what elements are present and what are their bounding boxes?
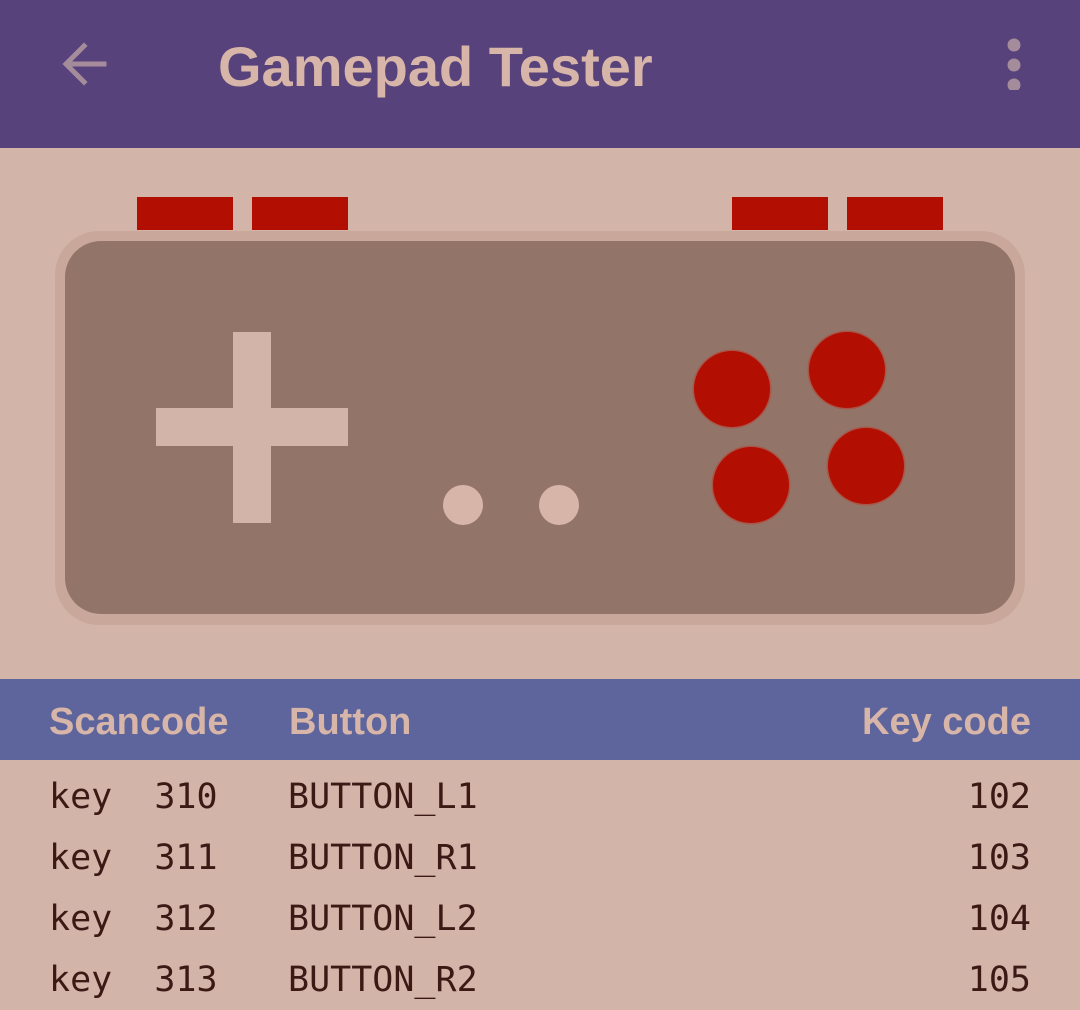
app-bar: Gamepad Tester [0,0,1080,148]
scancode-cell: key 310 [49,777,218,817]
page-title: Gamepad Tester [218,35,653,98]
face-button-y[interactable] [809,332,885,408]
column-header-button: Button [289,701,412,743]
overflow-menu-button[interactable] [990,36,1038,92]
column-header-scancode: Scancode [49,701,229,743]
table-row: key 313 BUTTON_R2 105 [0,948,1080,1009]
start-button[interactable] [539,485,579,525]
face-button-b[interactable] [828,428,904,504]
back-button[interactable] [52,32,116,96]
keycode-cell: 104 [967,899,1031,939]
dpad-horizontal[interactable] [156,408,348,446]
button-cell: BUTTON_R2 [288,960,478,1000]
button-cell: BUTTON_L2 [288,899,478,939]
select-button[interactable] [443,485,483,525]
shoulder-button-l2[interactable] [137,197,233,230]
table-row: key 311 BUTTON_R1 103 [0,826,1080,887]
shoulder-button-l1[interactable] [252,197,348,230]
scancode-cell: key 312 [49,899,218,939]
keycode-cell: 105 [967,960,1031,1000]
face-button-a[interactable] [713,447,789,523]
shoulder-button-r1[interactable] [732,197,828,230]
face-button-x[interactable] [694,351,770,427]
button-cell: BUTTON_L1 [288,777,478,817]
keycode-cell: 102 [967,777,1031,817]
button-cell: BUTTON_R1 [288,838,478,878]
shoulder-button-r2[interactable] [847,197,943,230]
table-row: key 312 BUTTON_L2 104 [0,887,1080,948]
keycode-cell: 103 [967,838,1031,878]
scancode-cell: key 313 [49,960,218,1000]
column-header-keycode: Key code [862,701,1031,743]
more-vert-icon [1007,38,1021,90]
table-row: key 310 BUTTON_L1 102 [0,765,1080,826]
arrow-left-icon [62,42,107,86]
scancode-cell: key 311 [49,838,218,878]
